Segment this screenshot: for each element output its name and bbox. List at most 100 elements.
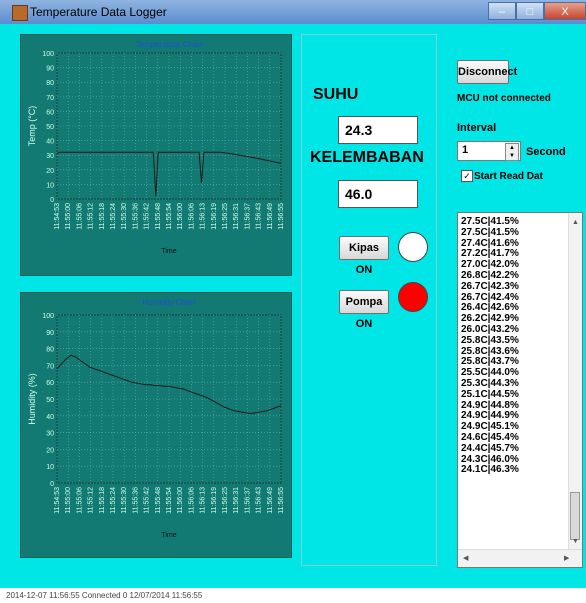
x-tick-label: 11:55:00 xyxy=(65,203,72,230)
x-tick-label: 11:56:55 xyxy=(278,487,285,514)
x-tick-label: 11:56:43 xyxy=(256,487,263,514)
start-read-checkbox[interactable]: ✓ xyxy=(461,170,473,182)
x-tick-label: 11:56:49 xyxy=(267,487,274,514)
x-tick-label: 11:55:06 xyxy=(76,487,83,514)
x-tick-label: 11:55:12 xyxy=(88,203,95,230)
x-tick-label: 11:56:06 xyxy=(188,487,195,514)
scroll-left-icon[interactable]: ◀ xyxy=(463,554,468,562)
x-tick-label: 11:56:55 xyxy=(278,203,285,230)
x-tick-label: 11:56:00 xyxy=(177,487,184,514)
x-tick-label: 11:55:24 xyxy=(110,203,117,230)
log-listbox[interactable]: 27.5C|41.5% 27.5C|41.5% 27.4C|41.6% 27.2C|4… xyxy=(457,212,583,568)
scroll-up-icon[interactable]: ▲ xyxy=(572,219,579,226)
close-button[interactable]: X xyxy=(544,2,586,20)
x-tick-label: 11:56:25 xyxy=(222,487,229,514)
x-tick-label: 11:56:19 xyxy=(211,487,218,514)
x-tick-label: 11:55:36 xyxy=(132,487,139,514)
minimize-button[interactable]: – xyxy=(488,2,516,20)
x-tick-label: 11:56:49 xyxy=(267,203,274,230)
log-scroll-thumb[interactable] xyxy=(570,492,580,540)
x-tick-label: 11:54:53 xyxy=(54,487,61,514)
scroll-right-icon[interactable]: ▶ xyxy=(564,554,569,562)
title-bar: Temperature Data Logger – □ X xyxy=(0,0,586,24)
y-tick-label: 50 xyxy=(46,397,54,404)
y-tick-label: 30 xyxy=(46,431,54,438)
kelembaban-label: KELEMBABAN xyxy=(310,149,424,166)
list-item[interactable]: 24.1C|46.3% xyxy=(461,465,566,476)
y-tick-label: 60 xyxy=(46,380,54,387)
maximize-button[interactable]: □ xyxy=(516,2,544,20)
start-read-label: Start Read Dat xyxy=(474,171,543,182)
status-bar: 2014-12-07 11:56:55 Connected 0 12/07/20… xyxy=(0,588,586,603)
x-tick-label: 11:55:36 xyxy=(132,203,139,230)
kipas-button[interactable]: Kipas ON xyxy=(339,236,389,276)
window-controls: – □ X xyxy=(488,2,586,20)
y-tick-label: 10 xyxy=(46,182,54,189)
kipas-indicator xyxy=(398,232,428,262)
list-item[interactable]: 26.7C|42.3% xyxy=(461,281,566,293)
window-title: Temperature Data Logger xyxy=(30,5,167,19)
log-horizontal-scrollbar[interactable]: ◀ ▶ xyxy=(458,549,582,567)
suhu-label: SUHU xyxy=(313,86,359,103)
x-tick-label: 11:55:00 xyxy=(65,487,72,514)
app-icon xyxy=(12,5,28,21)
y-tick-label: 50 xyxy=(46,124,54,131)
x-tick-label: 11:56:37 xyxy=(244,203,251,230)
y-tick-label: 0 xyxy=(50,197,54,204)
interval-label: Interval xyxy=(457,122,497,134)
list-item[interactable]: 25.1C|44.5% xyxy=(461,389,566,401)
log-vertical-scrollbar[interactable]: ▲ ▼ xyxy=(568,213,582,550)
y-tick-label: 100 xyxy=(42,51,54,58)
y-tick-label: 30 xyxy=(46,153,54,160)
y-tick-label: 20 xyxy=(46,447,54,454)
y-tick-label: 0 xyxy=(50,481,54,488)
y-tick-label: 40 xyxy=(46,139,54,146)
x-tick-label: 11:55:48 xyxy=(155,487,162,514)
connection-status: MCU not connected xyxy=(457,93,551,104)
x-tick-label: 11:56:31 xyxy=(233,203,240,230)
x-tick-label: 11:56:13 xyxy=(200,487,207,514)
x-tick-label: 11:56:31 xyxy=(233,487,240,514)
chart-title: Humidity Chart xyxy=(143,298,197,307)
interval-spin-buttons[interactable]: ▲ ▼ xyxy=(505,143,519,161)
x-tick-label: 11:55:12 xyxy=(88,487,95,514)
list-item[interactable]: 25.8C|43.5% xyxy=(461,335,566,347)
chart-title: Temperature Chart xyxy=(136,40,203,49)
x-tick-label: 11:55:30 xyxy=(121,203,128,230)
y-axis-label: Humidity (%) xyxy=(27,373,37,425)
x-tick-label: 11:55:24 xyxy=(110,487,117,514)
y-tick-label: 80 xyxy=(46,347,54,354)
list-item[interactable]: 27.5C|41.5% xyxy=(461,227,566,239)
disconnect-button[interactable]: Disconnect xyxy=(457,60,517,84)
x-axis-label: Time xyxy=(161,532,176,539)
x-tick-label: 11:55:30 xyxy=(121,487,128,514)
x-tick-label: 11:55:42 xyxy=(144,487,151,514)
suhu-value: 24.3 xyxy=(338,116,418,144)
y-tick-label: 60 xyxy=(46,109,54,116)
humidity-chart: Humidity Chart 0 10 20 30 40 50 60 70 80 90 100 11:5… xyxy=(27,298,285,539)
x-tick-label: 11:55:54 xyxy=(166,203,173,230)
interval-input[interactable]: 1 ▲ ▼ xyxy=(457,141,521,161)
x-tick-label: 11:56:19 xyxy=(211,203,218,230)
scroll-down-icon[interactable]: ▼ xyxy=(572,538,579,545)
y-axis-label: Temp (°C) xyxy=(27,106,37,147)
temperature-chart-panel: Temperature Chart 0 10 20 30 40 50 60 70 80 90 100 1… xyxy=(20,34,292,276)
x-tick-label: 11:55:18 xyxy=(99,487,106,514)
x-axis-label: Time xyxy=(161,248,176,255)
humidity-chart-panel: Humidity Chart 0 10 20 30 40 50 60 70 80 90 100 11:5… xyxy=(20,292,292,558)
y-tick-label: 70 xyxy=(46,95,54,102)
x-tick-label: 11:56:06 xyxy=(188,203,195,230)
pompa-button[interactable]: Pompa ON xyxy=(339,290,389,330)
x-tick-label: 11:56:25 xyxy=(222,203,229,230)
second-label: Second xyxy=(526,146,566,158)
list-item[interactable]: 24.4C|45.7% xyxy=(461,443,566,455)
x-tick-label: 11:54:53 xyxy=(54,203,61,230)
kelembaban-value: 46.0 xyxy=(338,180,418,208)
y-tick-label: 70 xyxy=(46,363,54,370)
interval-value: 1 xyxy=(462,144,469,156)
y-tick-label: 90 xyxy=(46,66,54,73)
x-tick-label: 11:55:18 xyxy=(99,203,106,230)
y-tick-label: 10 xyxy=(46,464,54,471)
x-tick-label: 11:56:13 xyxy=(200,203,207,230)
x-tick-label: 11:55:42 xyxy=(144,203,151,230)
